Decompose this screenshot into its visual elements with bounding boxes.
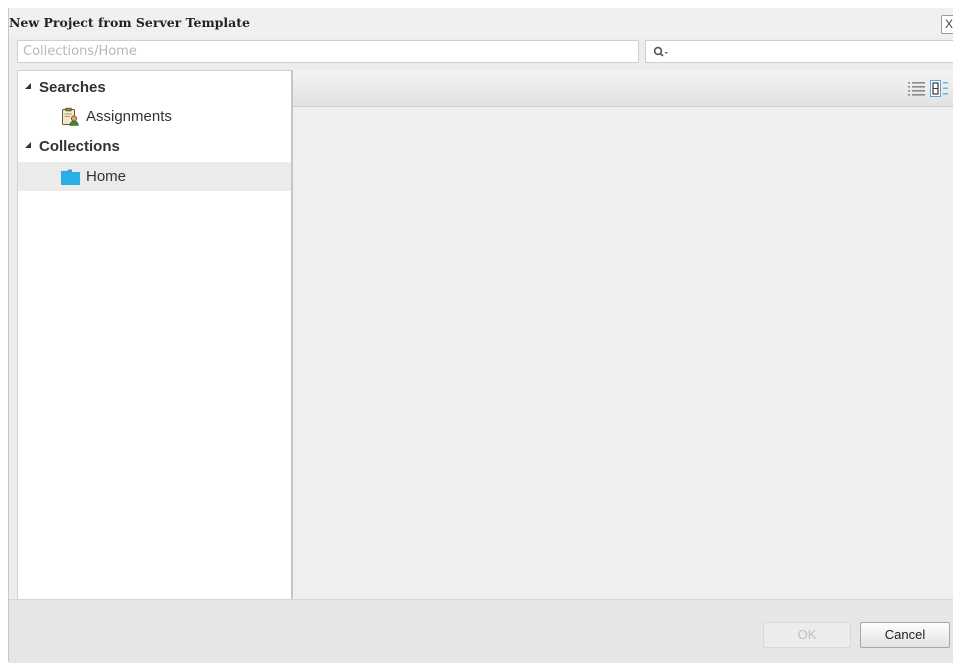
- navigation-tree: Searches Assignments Collections Home: [17, 70, 293, 602]
- home-label: Home: [86, 168, 127, 185]
- new-project-dialog: New Project from Server Template X Searc…: [8, 8, 953, 663]
- content-pane: [293, 107, 953, 600]
- tree-item-home[interactable]: Home: [18, 162, 291, 191]
- dialog-titlebar: New Project from Server Template X: [9, 8, 953, 38]
- tree-group-collections[interactable]: Collections: [18, 132, 291, 160]
- content-toolbar: [293, 70, 953, 107]
- folder-icon: [61, 169, 80, 185]
- collections-label: Collections: [39, 138, 120, 155]
- search-box[interactable]: [645, 40, 953, 63]
- assignments-label: Assignments: [86, 108, 172, 125]
- dialog-footer: OK Cancel: [9, 599, 953, 663]
- expand-triangle-icon[interactable]: [25, 142, 31, 148]
- expand-triangle-icon[interactable]: [25, 83, 31, 89]
- search-input[interactable]: [674, 42, 944, 61]
- close-button[interactable]: X: [941, 15, 953, 34]
- tree-group-searches[interactable]: Searches: [18, 73, 291, 101]
- detail-view-icon[interactable]: [930, 80, 949, 97]
- clipboard-user-icon: [62, 107, 79, 126]
- cancel-button[interactable]: Cancel: [860, 622, 950, 648]
- list-view-icon[interactable]: [908, 81, 925, 96]
- collection-path-field[interactable]: [17, 40, 639, 63]
- ok-button[interactable]: OK: [763, 622, 851, 648]
- searches-label: Searches: [39, 79, 106, 96]
- dialog-title: New Project from Server Template: [9, 15, 250, 30]
- tree-item-assignments[interactable]: Assignments: [18, 102, 291, 131]
- search-icon[interactable]: [653, 46, 669, 58]
